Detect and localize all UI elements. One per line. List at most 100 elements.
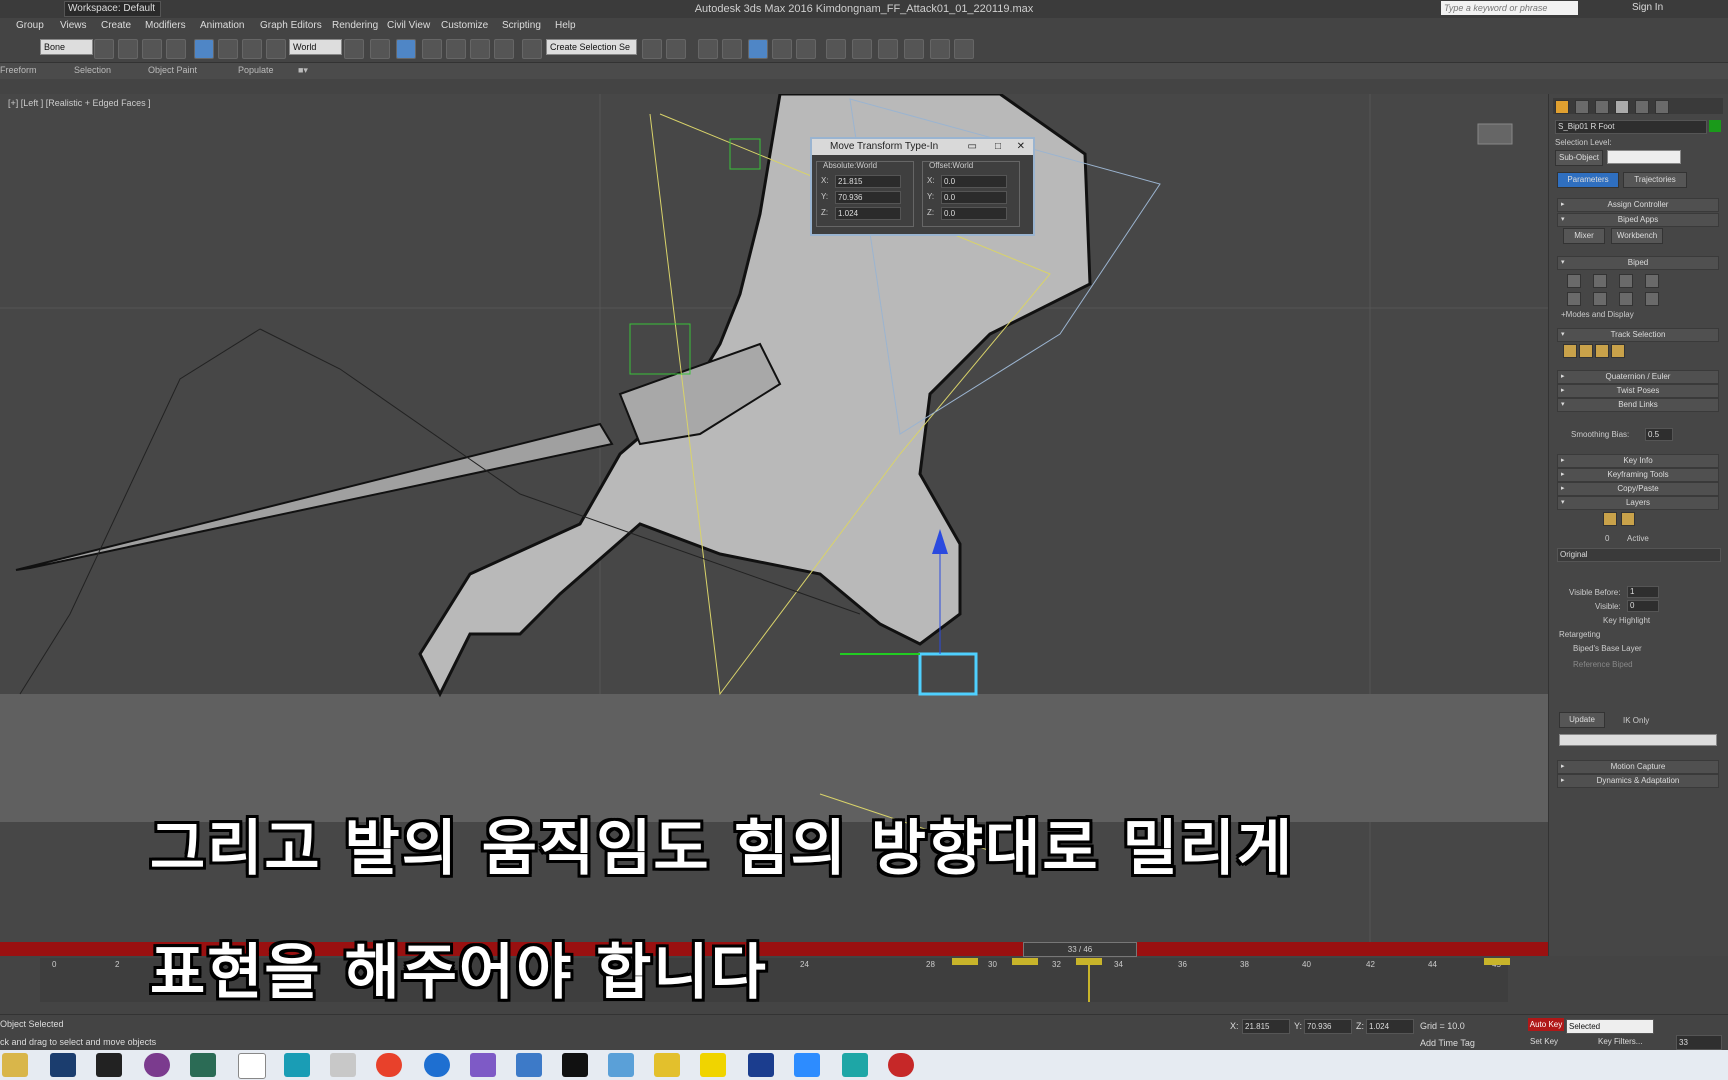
rollout-keyframing-tools[interactable]: ▸ Keyframing Tools	[1557, 468, 1719, 482]
app-icon[interactable]	[284, 1053, 310, 1077]
3dsmax-icon[interactable]	[842, 1053, 868, 1077]
app-icon[interactable]	[608, 1053, 634, 1077]
display-tab-icon[interactable]	[1635, 100, 1649, 114]
rendered-frame-icon[interactable]	[852, 39, 872, 59]
notepad-icon[interactable]	[238, 1053, 266, 1079]
menu-views[interactable]: Views	[60, 20, 87, 31]
snaps-toggle-icon[interactable]	[422, 39, 442, 59]
app-icon[interactable]	[654, 1053, 680, 1077]
viewport-label[interactable]: [+] [Left ] [Realistic + Edged Faces ]	[8, 98, 151, 108]
render-iterative-icon[interactable]	[904, 39, 924, 59]
menu-customize[interactable]: Customize	[441, 20, 488, 31]
window-crossing-icon[interactable]	[166, 39, 186, 59]
photoshop-icon[interactable]	[50, 1053, 76, 1077]
app-icon[interactable]	[144, 1053, 170, 1077]
object-color-swatch[interactable]	[1709, 120, 1721, 132]
utilities-tab-icon[interactable]	[1655, 100, 1669, 114]
scale-icon[interactable]	[242, 39, 262, 59]
a360-gallery-icon[interactable]	[954, 39, 974, 59]
named-selection-dropdown[interactable]: Create Selection Se	[546, 39, 637, 55]
recorder-icon[interactable]	[888, 1053, 914, 1077]
toggle-ribbon-icon[interactable]	[722, 39, 742, 59]
reference-coord-dropdown[interactable]: World	[289, 39, 342, 55]
mixer-mode-icon[interactable]	[1645, 274, 1659, 288]
app-icon[interactable]	[190, 1053, 216, 1077]
rollout-twist-poses[interactable]: ▸ Twist Poses	[1557, 384, 1719, 398]
ribbon-options-icon[interactable]: ■▾	[298, 65, 308, 76]
keyframe-marker[interactable]	[1484, 958, 1510, 965]
rollout-track-selection[interactable]: ▾ Track Selection	[1557, 328, 1719, 342]
visible-before-field[interactable]: 1	[1627, 586, 1659, 598]
motion-tab-icon[interactable]	[1615, 100, 1629, 114]
x-coord-field[interactable]: 21.815	[1242, 1019, 1290, 1034]
render-setup-icon[interactable]	[826, 39, 846, 59]
abs-z-field[interactable]: 1.024	[835, 207, 901, 220]
body-rotation-icon[interactable]	[1595, 344, 1609, 358]
modify-tab-icon[interactable]	[1575, 100, 1589, 114]
rollout-key-info[interactable]: ▸ Key Info	[1557, 454, 1719, 468]
off-y-field[interactable]: 0.0	[941, 191, 1007, 204]
mirror-icon[interactable]	[642, 39, 662, 59]
rotate-icon[interactable]	[218, 39, 238, 59]
menu-group[interactable]: Group	[16, 20, 44, 31]
pivot-center-icon[interactable]	[344, 39, 364, 59]
workbench-button[interactable]: Workbench	[1611, 228, 1663, 244]
app-icon[interactable]	[470, 1053, 496, 1077]
menu-civil-view[interactable]: Civil View	[387, 20, 430, 31]
move-icon[interactable]	[194, 39, 214, 59]
rollout-bend-links[interactable]: ▾ Bend Links	[1557, 398, 1719, 412]
sub-object-button[interactable]: Sub-Object	[1555, 150, 1603, 166]
menu-help[interactable]: Help	[555, 20, 576, 31]
app-icon[interactable]	[562, 1053, 588, 1077]
rollout-layers[interactable]: ▾ Layers	[1557, 496, 1719, 510]
menu-rendering[interactable]: Rendering	[332, 20, 378, 31]
rollout-motion-capture[interactable]: ▸ Motion Capture	[1557, 760, 1719, 774]
convert-icon[interactable]	[1645, 292, 1659, 306]
current-frame-field[interactable]: 33	[1676, 1035, 1722, 1050]
save-layer-icon[interactable]	[1621, 512, 1635, 526]
rollout-biped-apps[interactable]: ▾ Biped Apps	[1557, 213, 1719, 227]
abs-x-field[interactable]: 21.815	[835, 175, 901, 188]
layer-explorer-icon[interactable]	[698, 39, 718, 59]
material-editor-icon[interactable]	[796, 39, 816, 59]
auto-key-button[interactable]: Auto Key	[1528, 1018, 1564, 1031]
rollout-quaternion[interactable]: ▸ Quaternion / Euler	[1557, 370, 1719, 384]
select-object-icon[interactable]	[94, 39, 114, 59]
off-x-field[interactable]: 0.0	[941, 175, 1007, 188]
select-manipulate-icon[interactable]	[370, 39, 390, 59]
key-mode-dropdown[interactable]: Selected	[1566, 1019, 1654, 1034]
app-icon[interactable]	[96, 1053, 122, 1077]
tab-parameters[interactable]: Parameters	[1557, 172, 1619, 188]
select-by-name-icon[interactable]	[118, 39, 138, 59]
kakaotalk-icon[interactable]	[700, 1053, 726, 1077]
menu-create[interactable]: Create	[101, 20, 131, 31]
layer-name-field[interactable]: Original	[1557, 548, 1721, 562]
keyframe-marker[interactable]	[952, 958, 978, 965]
workspace-dropdown[interactable]: Workspace: Default	[64, 1, 161, 17]
ik-only-checkbox[interactable]: IK Only	[1623, 716, 1649, 725]
menu-modifiers[interactable]: Modifiers	[145, 20, 186, 31]
key-filters-button[interactable]: Key Filters...	[1598, 1037, 1642, 1046]
bipeds-base-layer-radio[interactable]: Biped's Base Layer	[1573, 644, 1642, 653]
minimize-icon[interactable]: ▭	[968, 139, 977, 155]
keyframe-marker[interactable]	[1012, 958, 1038, 965]
percent-snap-icon[interactable]	[470, 39, 490, 59]
tab-selection[interactable]: Selection	[74, 65, 111, 75]
footstep-mode-icon[interactable]	[1593, 274, 1607, 288]
file-explorer-icon[interactable]	[2, 1053, 28, 1077]
lock-cob-icon[interactable]	[1611, 344, 1625, 358]
z-coord-field[interactable]: 1.024	[1366, 1019, 1414, 1034]
app-icon[interactable]	[516, 1053, 542, 1077]
load-file-icon[interactable]	[1593, 292, 1607, 306]
abs-y-field[interactable]: 70.936	[835, 191, 901, 204]
dialog-titlebar[interactable]: Move Transform Type-In ▭ □ ✕	[812, 139, 1033, 155]
tab-trajectories[interactable]: Trajectories	[1623, 172, 1687, 188]
rollout-dynamics[interactable]: ▸ Dynamics & Adaptation	[1557, 774, 1719, 788]
rectangle-selection-icon[interactable]	[142, 39, 162, 59]
internet-explorer-icon[interactable]	[424, 1053, 450, 1077]
render-online-icon[interactable]	[930, 39, 950, 59]
set-key-button[interactable]: Set Key	[1530, 1037, 1558, 1046]
chrome-icon[interactable]	[376, 1053, 402, 1077]
load-layer-icon[interactable]	[1603, 512, 1617, 526]
sub-object-dropdown[interactable]	[1607, 150, 1681, 164]
